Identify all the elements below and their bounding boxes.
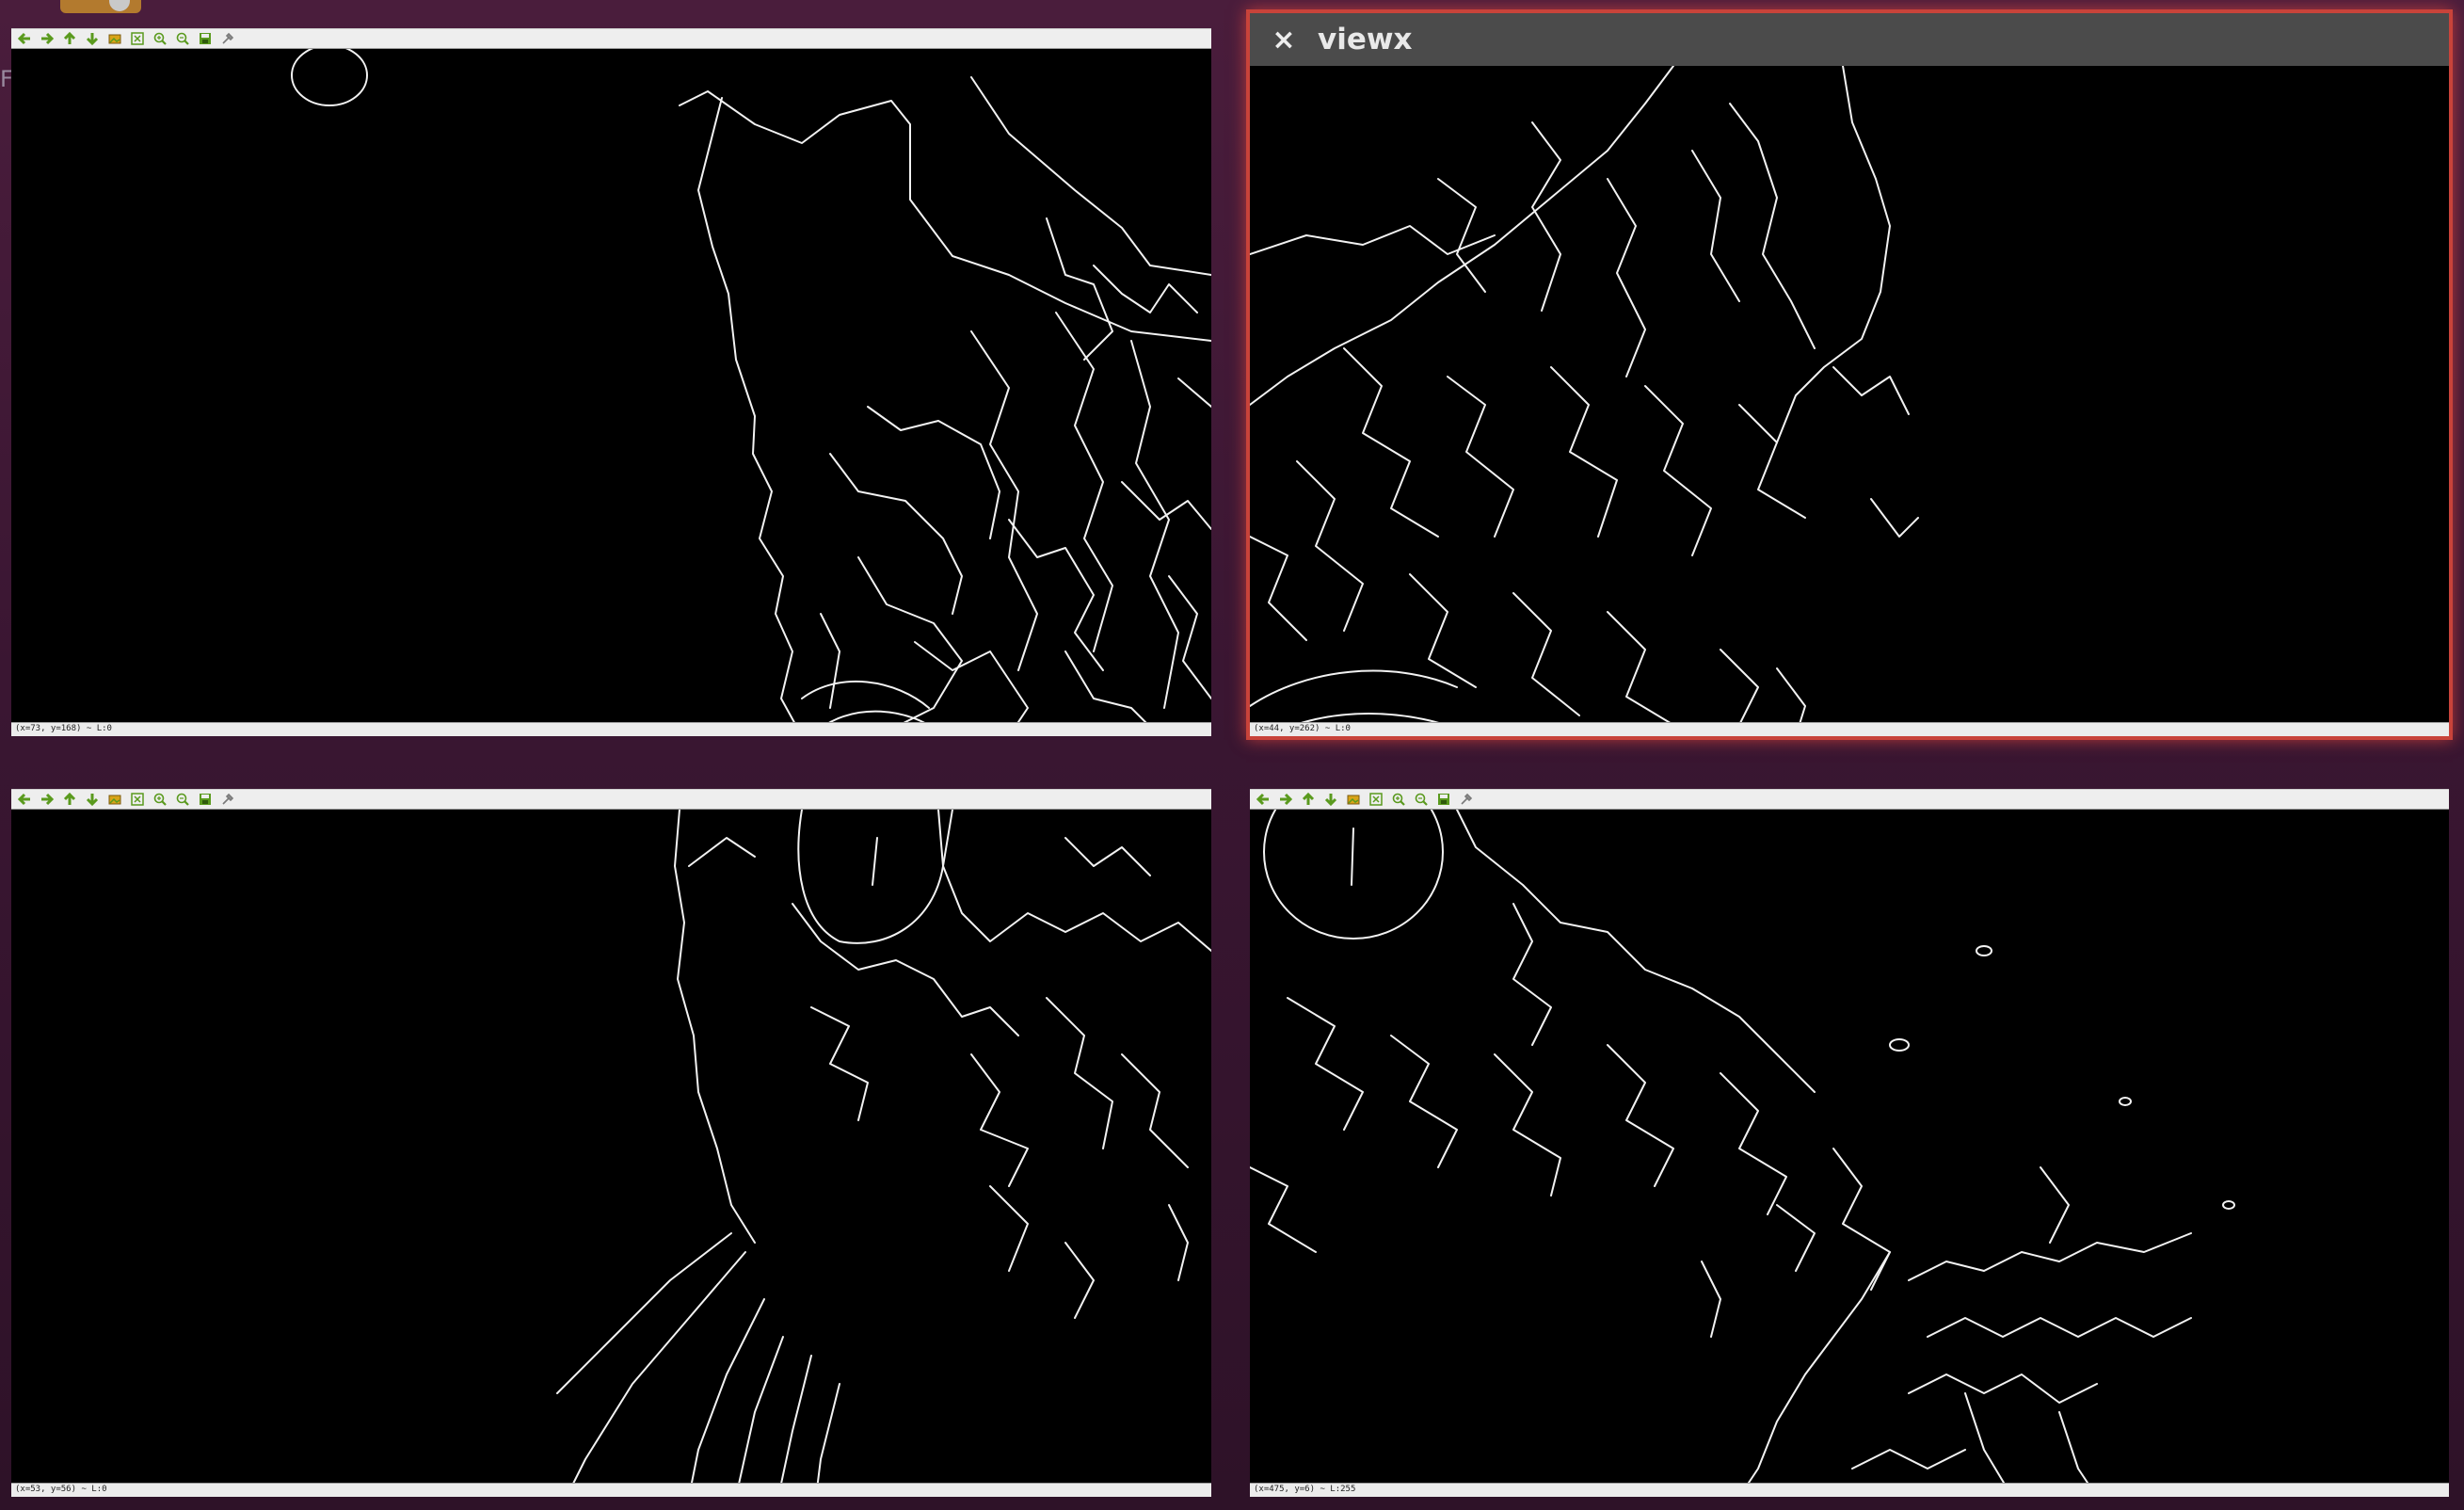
image-toolbar <box>1250 789 2449 810</box>
arrow-left-icon <box>17 793 30 806</box>
status-bar: (x=73, y=168) ~ L:0 <box>11 722 1211 736</box>
previous-button[interactable] <box>17 31 32 46</box>
zoom-in-button[interactable] <box>152 31 168 46</box>
previous-button[interactable] <box>1256 792 1271 807</box>
edge-image <box>291 49 1211 736</box>
zoom-out-button[interactable] <box>175 792 190 807</box>
arrow-down-icon <box>86 33 99 46</box>
arrow-left-icon <box>1256 793 1269 806</box>
zoom-fit-icon <box>131 32 144 45</box>
arrow-right-icon <box>41 32 55 45</box>
zoom-fit-icon <box>131 793 144 806</box>
zoom-in-button[interactable] <box>1391 792 1406 807</box>
close-button[interactable]: × <box>1265 21 1303 58</box>
save-icon <box>200 33 211 44</box>
image-window-top-left[interactable]: (x=73, y=168) ~ L:0 <box>11 28 1211 736</box>
edge-image-canvas[interactable]: (x=73, y=168) ~ L:0 <box>11 49 1211 736</box>
move-up-button[interactable] <box>62 792 77 807</box>
load-image-icon <box>1347 795 1360 805</box>
move-up-button[interactable] <box>1301 792 1316 807</box>
previous-button[interactable] <box>17 792 32 807</box>
status-bar: (x=44, y=262) ~ L:0 <box>1250 722 2449 736</box>
image-toolbar <box>11 28 1211 49</box>
zoom-out-icon <box>176 793 189 806</box>
edge-image-canvas[interactable]: (x=53, y=56) ~ L:0 <box>11 810 1211 1497</box>
save-icon <box>1438 794 1449 805</box>
properties-icon <box>222 793 234 805</box>
zoom-fit-button[interactable] <box>130 792 145 807</box>
next-button[interactable] <box>40 792 55 807</box>
zoom-in-button[interactable] <box>152 792 168 807</box>
edge-image <box>1250 810 2235 1497</box>
zoom-out-button[interactable] <box>1414 792 1429 807</box>
save-icon <box>200 794 211 805</box>
load-image-button[interactable] <box>1346 792 1361 807</box>
desktop-app-icon[interactable] <box>60 0 141 13</box>
zoom-in-icon <box>153 793 167 806</box>
window-titlebar[interactable]: × viewx <box>1250 13 2449 66</box>
arrow-right-icon <box>41 793 55 806</box>
zoom-fit-icon <box>1369 793 1383 806</box>
arrow-up-icon <box>63 31 76 44</box>
properties-icon <box>222 32 234 44</box>
status-bar: (x=475, y=6) ~ L:255 <box>1250 1483 2449 1497</box>
edge-image-canvas[interactable]: (x=475, y=6) ~ L:255 <box>1250 810 2449 1497</box>
arrow-up-icon <box>1302 792 1315 805</box>
edge-image <box>556 810 1211 1497</box>
properties-button[interactable] <box>220 792 235 807</box>
load-image-button[interactable] <box>107 31 122 46</box>
image-toolbar <box>11 789 1211 810</box>
next-button[interactable] <box>40 31 55 46</box>
zoom-fit-button[interactable] <box>1368 792 1384 807</box>
status-bar: (x=53, y=56) ~ L:0 <box>11 1483 1211 1497</box>
image-window-top-right[interactable]: × viewx (x=44, y=262) ~ L:0 <box>1250 13 2449 736</box>
zoom-out-button[interactable] <box>175 31 190 46</box>
arrow-left-icon <box>17 32 30 45</box>
properties-icon <box>1461 793 1473 805</box>
move-down-button[interactable] <box>85 792 100 807</box>
edge-image <box>1250 66 1919 736</box>
zoom-in-icon <box>1392 793 1405 806</box>
load-image-button[interactable] <box>107 792 122 807</box>
properties-button[interactable] <box>220 31 235 46</box>
save-button[interactable] <box>1436 792 1451 807</box>
load-image-icon <box>108 795 121 805</box>
save-button[interactable] <box>198 792 213 807</box>
zoom-in-icon <box>153 32 167 45</box>
window-title: viewx <box>1318 23 1413 56</box>
move-down-button[interactable] <box>1323 792 1338 807</box>
arrow-up-icon <box>63 792 76 805</box>
zoom-out-icon <box>176 32 189 45</box>
zoom-fit-button[interactable] <box>130 31 145 46</box>
next-button[interactable] <box>1278 792 1293 807</box>
arrow-right-icon <box>1280 793 1293 806</box>
image-window-bottom-right[interactable]: (x=475, y=6) ~ L:255 <box>1250 789 2449 1497</box>
arrow-down-icon <box>86 794 99 807</box>
zoom-out-icon <box>1415 793 1428 806</box>
edge-image-canvas[interactable]: (x=44, y=262) ~ L:0 <box>1250 66 2449 736</box>
move-down-button[interactable] <box>85 31 100 46</box>
properties-button[interactable] <box>1459 792 1474 807</box>
image-window-bottom-left[interactable]: (x=53, y=56) ~ L:0 <box>11 789 1211 1497</box>
move-up-button[interactable] <box>62 31 77 46</box>
save-button[interactable] <box>198 31 213 46</box>
arrow-down-icon <box>1324 794 1337 807</box>
load-image-icon <box>108 34 121 44</box>
